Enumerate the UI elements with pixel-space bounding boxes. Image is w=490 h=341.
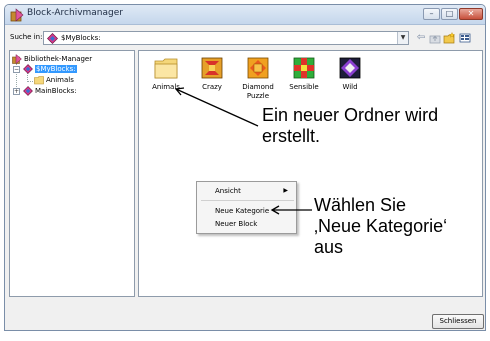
folder-icon [34, 76, 44, 85]
menu-item-label: Neue Kategorie [215, 207, 270, 215]
chevron-down-icon[interactable]: ▼ [397, 32, 408, 44]
callout-text: Wählen Sie [314, 195, 407, 215]
new-folder-icon[interactable] [443, 32, 455, 44]
minimize-icon[interactable]: – [423, 8, 440, 20]
tile-label: Wild [342, 83, 358, 91]
tree-item-label: Bibliothek-Manager [24, 55, 93, 63]
context-menu: Ansicht ▶ Neue Kategorie Neuer Block [196, 181, 297, 234]
blocks-diamond-icon [23, 64, 33, 74]
location-combo[interactable]: $MyBlocks: ▼ [43, 31, 409, 45]
library-icon [12, 54, 22, 64]
menu-item-neue-kategorie[interactable]: Neue Kategorie [197, 205, 296, 217]
close-dialog-button[interactable]: Schliessen [432, 314, 484, 329]
menu-item-neuer-block[interactable]: Neuer Block [197, 218, 296, 230]
block-wild-icon [339, 57, 361, 79]
blocks-diamond-icon [23, 86, 33, 96]
blocks-diamond-icon [47, 33, 58, 44]
block-crazy-icon [201, 57, 223, 79]
maximize-icon[interactable]: □ [441, 8, 458, 20]
location-toolbar: Suche in: $MyBlocks: ▼ ⇦ [5, 27, 485, 47]
submenu-arrow-icon: ▶ [283, 187, 288, 194]
block-diamond-puzzle-icon [247, 57, 269, 79]
menu-item-ansicht[interactable]: Ansicht ▶ [197, 185, 296, 197]
menu-separator [201, 200, 294, 201]
callout-new-category: Wählen Sie ‚Neue Kategorie‘ aus [314, 195, 447, 258]
tree-connector [27, 81, 33, 82]
tile-diamond-puzzle[interactable]: Diamond Puzzle [235, 57, 281, 101]
callout-text: Ein neuer Ordner wird [262, 105, 439, 125]
tree-item-label: Animals [46, 76, 74, 84]
block-sensible-icon [293, 57, 315, 79]
tree-item-label: $MyBlocks: [35, 65, 77, 73]
location-value: $MyBlocks: [61, 34, 101, 42]
back-arrow-icon[interactable]: ⇦ [415, 32, 427, 44]
library-tree-pane[interactable]: Bibliothek-Manager − $MyBlocks: Animals … [9, 50, 135, 297]
menu-item-label: Ansicht [215, 187, 241, 195]
callout-text: ‚Neue Kategorie‘ [314, 216, 448, 236]
tile-label: Diamond Puzzle [242, 83, 274, 100]
callout-text: aus [314, 237, 344, 257]
tile-sensible[interactable]: Sensible [281, 57, 327, 92]
tree-item-label: MainBlocks: [35, 87, 77, 95]
tile-crazy[interactable]: Crazy [189, 57, 235, 92]
close-icon[interactable]: ✕ [459, 8, 483, 20]
tile-animals[interactable]: Animals [143, 57, 189, 92]
up-folder-icon[interactable] [429, 32, 441, 44]
tile-wild[interactable]: Wild [327, 57, 373, 92]
block-archive-icon [10, 8, 24, 22]
folder-icon [154, 58, 178, 79]
tile-label: Animals [152, 83, 180, 91]
collapse-icon[interactable]: − [13, 66, 20, 73]
callout-text: erstellt. [262, 126, 321, 146]
expand-icon[interactable]: + [13, 88, 20, 95]
archive-manager-window: Block-Archivmanager – □ ✕ Suche in: $MyB… [4, 4, 486, 331]
block-content-pane[interactable]: Animals Crazy Diamond Puzzle Sensible Wi… [138, 50, 483, 297]
search-in-label: Suche in: [10, 33, 43, 41]
view-menu-icon[interactable] [459, 32, 471, 44]
window-title: Block-Archivmanager [27, 8, 123, 18]
tile-label: Sensible [289, 83, 319, 91]
callout-new-folder: Ein neuer Ordner wird erstellt. [262, 105, 438, 147]
tile-label: Crazy [202, 83, 222, 91]
title-bar: Block-Archivmanager – □ ✕ [5, 5, 485, 25]
menu-item-label: Neuer Block [215, 220, 258, 228]
